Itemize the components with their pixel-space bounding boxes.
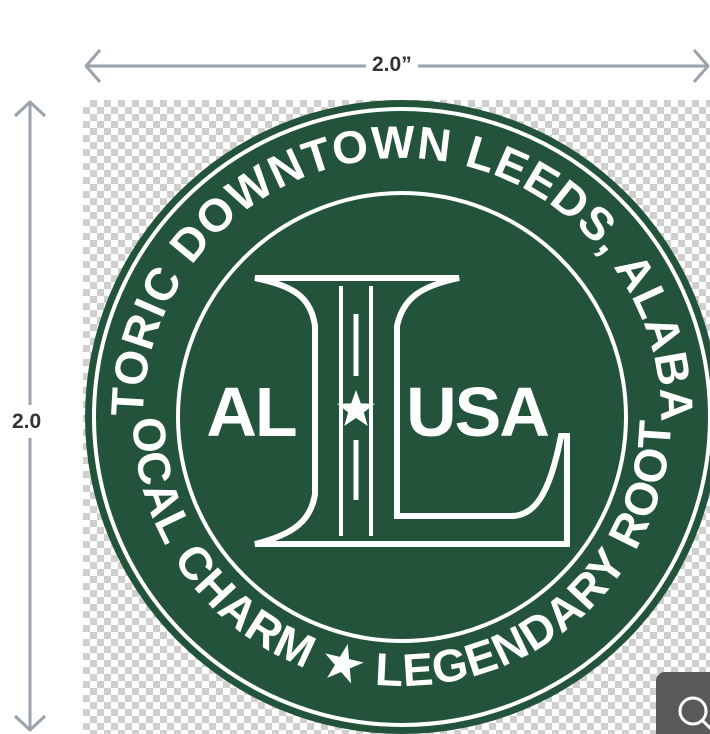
- transparent-canvas: HISTORIC DOWNTOWN LEEDS, ALABAMA LOCAL C…: [83, 100, 710, 734]
- badge-right-text: USA: [406, 373, 548, 451]
- width-dimension: [84, 49, 710, 83]
- zoom-icon: [678, 696, 710, 731]
- badge-left-text: AL: [206, 373, 296, 451]
- zoom-button[interactable]: [656, 672, 710, 734]
- badge-logo: HISTORIC DOWNTOWN LEEDS, ALABAMA LOCAL C…: [83, 100, 710, 734]
- height-dimension: [13, 100, 47, 732]
- width-label: 2.0”: [366, 54, 418, 75]
- product-preview: 2.0” 2.0 HISTORIC DOWNTOWN LEEDS, ALABAM…: [0, 0, 710, 734]
- height-label: 2.0: [12, 405, 42, 438]
